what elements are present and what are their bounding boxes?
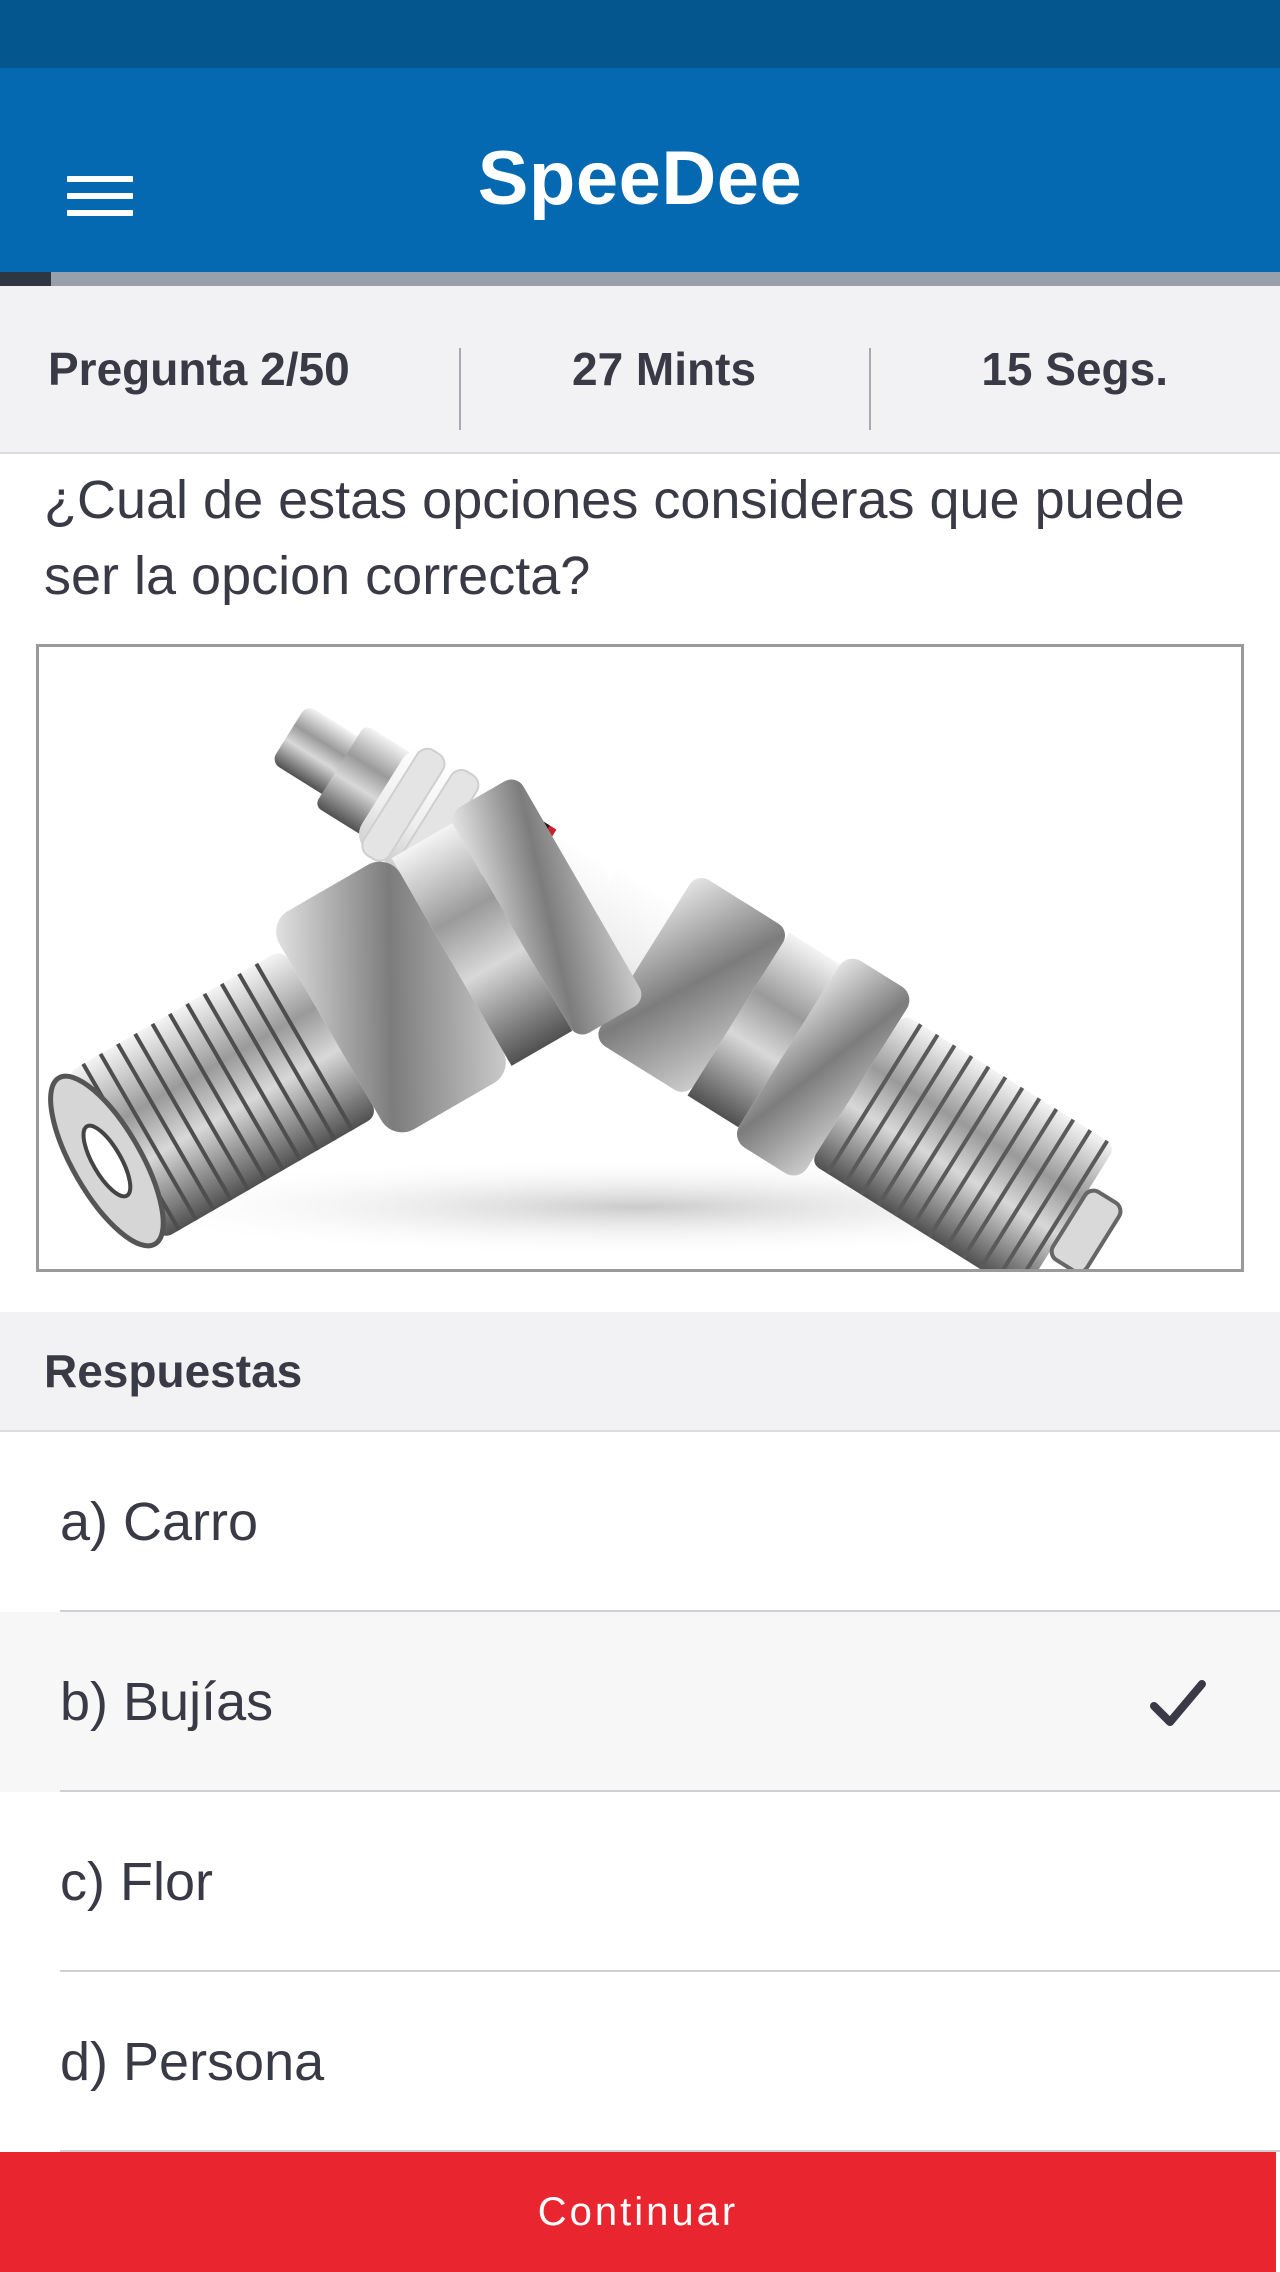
question-text: ¿Cual de estas opciones consideras que p… xyxy=(44,470,1185,606)
timer-seconds: 15 Segs. xyxy=(869,286,1280,452)
answer-list: a) Carro b) Bujías c) Flor d) Persona xyxy=(0,1432,1280,2152)
answer-option-d[interactable]: d) Persona xyxy=(0,1972,1280,2152)
spark-plugs-photo xyxy=(48,708,1179,1269)
question-counter: Pregunta 2/50 xyxy=(48,343,350,395)
answer-label: c) Flor xyxy=(60,1852,213,1912)
quiz-progress-fill xyxy=(0,272,52,286)
answer-label: b) Bujías xyxy=(60,1672,274,1732)
answers-header: Respuestas xyxy=(0,1312,1280,1432)
app-title: SpeeDee xyxy=(477,135,803,221)
answer-label: d) Persona xyxy=(60,2032,325,2092)
checkmark-icon xyxy=(1150,1680,1206,1726)
answer-label: a) Carro xyxy=(60,1492,259,1552)
continue-button[interactable]: Continuar xyxy=(0,2152,1276,2272)
question-image xyxy=(36,644,1244,1272)
timer-minutes: 27 Mints xyxy=(458,286,870,452)
quiz-stats-bar: Pregunta 2/50 27 Mints 15 Segs. xyxy=(0,286,1280,454)
answer-option-c[interactable]: c) Flor xyxy=(0,1792,1280,1972)
answer-option-b[interactable]: b) Bujías xyxy=(0,1612,1280,1792)
quiz-progress-bar xyxy=(0,272,1280,286)
answer-option-a[interactable]: a) Carro xyxy=(0,1432,1280,1612)
